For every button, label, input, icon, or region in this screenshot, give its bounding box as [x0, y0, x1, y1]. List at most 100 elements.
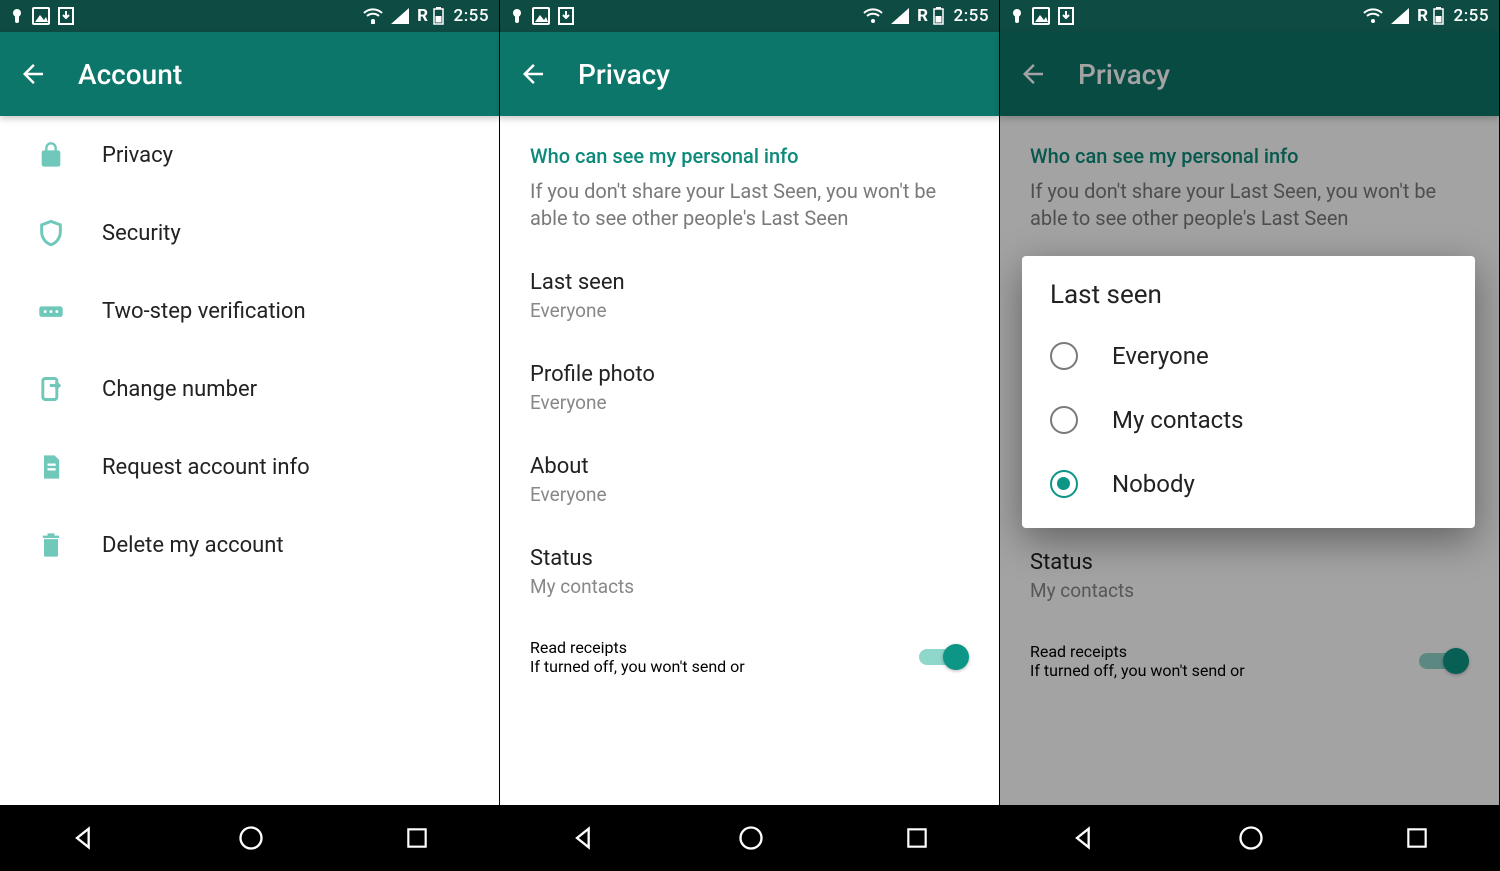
nav-home-icon[interactable]	[1237, 824, 1265, 852]
privacy-content: Who can see my personal info If you don'…	[500, 116, 999, 805]
download-icon	[58, 7, 74, 25]
android-nav-bar	[0, 805, 499, 871]
keyhole-icon	[510, 7, 524, 25]
arrow-back-icon	[1018, 59, 1048, 89]
account-item-privacy[interactable]: Privacy	[0, 116, 499, 194]
pref-title: Status	[530, 546, 969, 571]
pref-value: Everyone	[530, 299, 969, 322]
pref-profile-photo[interactable]: Profile photo Everyone	[500, 342, 999, 434]
download-icon	[558, 7, 574, 25]
battery-icon	[933, 7, 944, 25]
arrow-back-icon	[18, 59, 48, 89]
option-label: My contacts	[1112, 406, 1243, 434]
battery-icon	[433, 7, 444, 25]
roaming-indicator: R	[917, 6, 928, 26]
keyhole-icon	[10, 7, 24, 25]
dialog-option-everyone[interactable]: Everyone	[1022, 324, 1475, 388]
phone-privacy: R 2:55 Privacy Who can see my personal i…	[500, 0, 1000, 871]
android-nav-bar	[500, 805, 999, 871]
pref-value: Everyone	[530, 483, 969, 506]
pref-status[interactable]: Status My contacts	[500, 526, 999, 618]
account-item-delete[interactable]: Delete my account	[0, 506, 499, 584]
read-receipts-switch[interactable]	[917, 642, 969, 672]
radio-icon	[1050, 342, 1078, 370]
item-label: Delete my account	[102, 533, 284, 558]
roaming-indicator: R	[417, 6, 428, 26]
account-item-two-step[interactable]: Two-step verification	[0, 272, 499, 350]
status-bar: R 2:55	[500, 0, 999, 32]
section-header: Who can see my personal info	[500, 116, 999, 174]
sim-swap-icon	[36, 374, 66, 404]
nav-recent-icon[interactable]	[904, 825, 930, 851]
pref-last-seen[interactable]: Last seen Everyone	[500, 250, 999, 342]
wifi-icon	[1363, 8, 1383, 24]
last-seen-dialog: Last seen Everyone My contacts Nobody	[1022, 256, 1475, 528]
android-nav-bar	[1000, 805, 1499, 871]
pref-title: Read receipts	[530, 638, 897, 657]
battery-icon	[1433, 7, 1444, 25]
phone-privacy-dialog: R 2:55 Privacy Who can see my personal i…	[1000, 0, 1500, 871]
page-title: Privacy	[578, 58, 670, 91]
nav-back-icon[interactable]	[570, 824, 598, 852]
app-bar: Privacy	[1000, 32, 1499, 116]
dialog-option-my-contacts[interactable]: My contacts	[1022, 388, 1475, 452]
page-title: Account	[78, 58, 182, 91]
signal-icon	[891, 8, 909, 24]
document-icon	[36, 452, 66, 482]
pref-value: Everyone	[530, 391, 969, 414]
pref-read-receipts[interactable]: Read receipts If turned off, you won't s…	[500, 618, 999, 676]
pref-desc: If turned off, you won't send or	[530, 657, 897, 676]
page-title: Privacy	[1078, 58, 1170, 91]
clock: 2:55	[1454, 6, 1489, 26]
picture-icon	[532, 7, 550, 25]
pref-value: My contacts	[530, 575, 969, 598]
privacy-content-dimmed: Who can see my personal info If you don'…	[1000, 116, 1499, 805]
item-label: Two-step verification	[102, 299, 306, 324]
item-label: Change number	[102, 377, 257, 402]
nav-recent-icon[interactable]	[404, 825, 430, 851]
shield-icon	[36, 218, 66, 248]
nav-home-icon[interactable]	[737, 824, 765, 852]
keyhole-icon	[1010, 7, 1024, 25]
picture-icon	[32, 7, 50, 25]
download-icon	[1058, 7, 1074, 25]
wifi-icon	[863, 8, 883, 24]
nav-back-icon[interactable]	[70, 824, 98, 852]
item-label: Request account info	[102, 455, 310, 480]
account-item-request-info[interactable]: Request account info	[0, 428, 499, 506]
lock-icon	[36, 140, 66, 170]
item-label: Privacy	[102, 143, 173, 168]
pref-title: About	[530, 454, 969, 479]
nav-back-icon[interactable]	[1070, 824, 1098, 852]
clock: 2:55	[954, 6, 989, 26]
option-label: Everyone	[1112, 342, 1209, 370]
dialog-option-nobody[interactable]: Nobody	[1022, 452, 1475, 516]
radio-checked-icon	[1050, 470, 1078, 498]
back-button[interactable]	[18, 59, 48, 89]
clock: 2:55	[454, 6, 489, 26]
account-content: Privacy Security Two-step verification C…	[0, 116, 499, 805]
phone-account: R 2:55 Account Privacy Security Two-step…	[0, 0, 500, 871]
wifi-icon	[363, 8, 383, 24]
account-item-security[interactable]: Security	[0, 194, 499, 272]
app-bar: Privacy	[500, 32, 999, 116]
trash-icon	[36, 530, 66, 560]
picture-icon	[1032, 7, 1050, 25]
item-label: Security	[102, 221, 181, 246]
arrow-back-icon	[518, 59, 548, 89]
account-item-change-number[interactable]: Change number	[0, 350, 499, 428]
roaming-indicator: R	[1417, 6, 1428, 26]
status-bar: R 2:55	[0, 0, 499, 32]
nav-home-icon[interactable]	[237, 824, 265, 852]
back-button	[1018, 59, 1048, 89]
back-button[interactable]	[518, 59, 548, 89]
dialog-title: Last seen	[1022, 280, 1475, 324]
option-label: Nobody	[1112, 470, 1195, 498]
pin-icon	[36, 296, 66, 326]
pref-title: Profile photo	[530, 362, 969, 387]
section-description: If you don't share your Last Seen, you w…	[500, 174, 999, 250]
status-bar: R 2:55	[1000, 0, 1499, 32]
nav-recent-icon[interactable]	[1404, 825, 1430, 851]
pref-about[interactable]: About Everyone	[500, 434, 999, 526]
app-bar: Account	[0, 32, 499, 116]
